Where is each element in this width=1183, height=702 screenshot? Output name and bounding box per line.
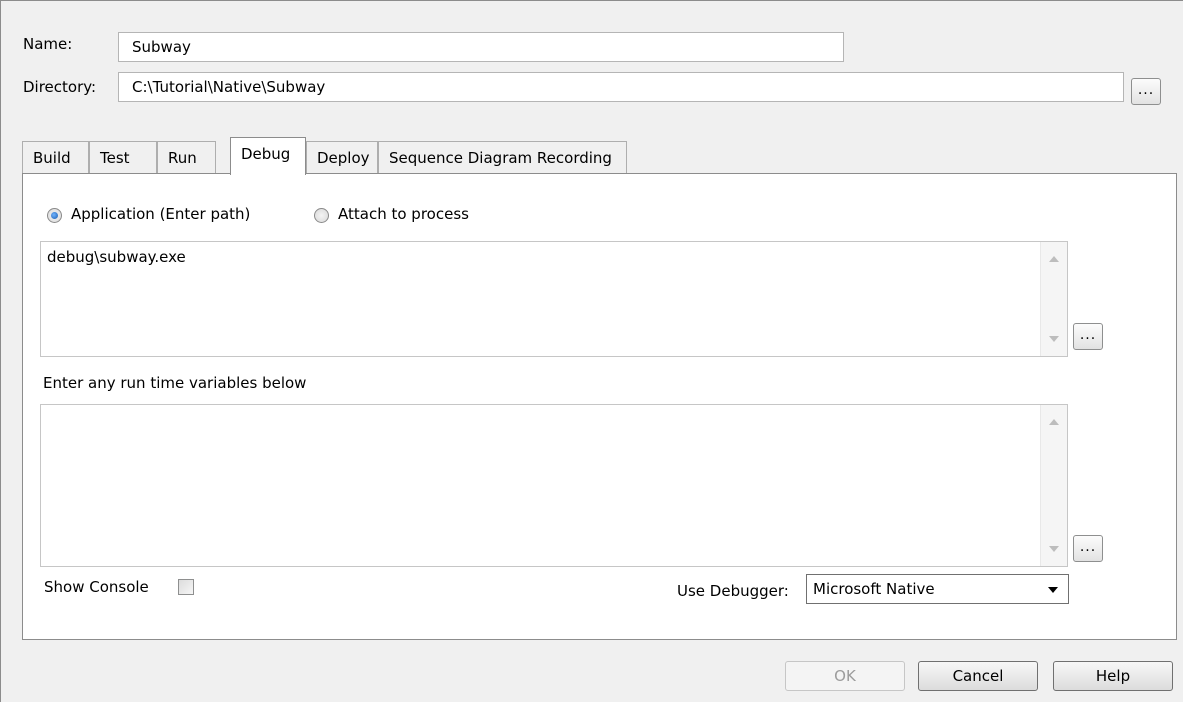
runtime-variables-scrollbar[interactable] <box>1040 405 1067 566</box>
tab-deploy-label: Deploy <box>317 149 370 167</box>
tab-deploy[interactable]: Deploy <box>306 141 378 174</box>
application-path-scrollbar[interactable] <box>1040 242 1067 356</box>
show-console-checkbox[interactable] <box>178 579 194 595</box>
tab-run-label: Run <box>168 149 197 167</box>
show-console-label: Show Console <box>44 578 149 596</box>
tab-debug-label: Debug <box>241 145 291 163</box>
attach-process-radio-label[interactable]: Attach to process <box>338 205 469 223</box>
help-button[interactable]: Help <box>1053 661 1173 691</box>
application-path-text: debug\subway.exe <box>47 248 186 266</box>
scroll-down-arrow-icon[interactable] <box>1049 546 1059 552</box>
scroll-down-arrow-icon[interactable] <box>1049 336 1059 342</box>
name-field[interactable]: Subway <box>118 32 844 62</box>
radio-selected-icon[interactable] <box>47 208 62 223</box>
tab-sequence-diagram-recording[interactable]: Sequence Diagram Recording <box>378 141 627 174</box>
radio-unselected-icon[interactable] <box>314 208 329 223</box>
debugger-select[interactable]: Microsoft Native <box>806 574 1069 604</box>
debugger-selected-value: Microsoft Native <box>813 580 935 598</box>
tab-run[interactable]: Run <box>157 141 216 174</box>
directory-label: Directory: <box>23 78 97 96</box>
application-radio-label[interactable]: Application (Enter path) <box>71 205 250 223</box>
tab-test[interactable]: Test <box>89 141 157 174</box>
scroll-up-arrow-icon[interactable] <box>1049 256 1059 262</box>
cancel-button[interactable]: Cancel <box>918 661 1038 691</box>
tab-build[interactable]: Build <box>22 141 89 174</box>
directory-browse-button[interactable]: ... <box>1131 78 1161 105</box>
ok-button[interactable]: OK <box>785 661 905 691</box>
tab-test-label: Test <box>100 149 130 167</box>
tab-sequence-diagram-recording-label: Sequence Diagram Recording <box>389 149 612 167</box>
scroll-up-arrow-icon[interactable] <box>1049 419 1059 425</box>
chevron-down-icon[interactable] <box>1048 587 1058 593</box>
application-path-textarea[interactable]: debug\subway.exe <box>40 241 1068 357</box>
runtime-variables-textarea[interactable] <box>40 404 1068 567</box>
use-debugger-label: Use Debugger: <box>677 582 789 600</box>
project-settings-dialog: Name: Subway Directory: C:\Tutorial\Nati… <box>0 0 1183 702</box>
name-label: Name: <box>23 35 73 53</box>
runtime-variables-browse-button[interactable]: ... <box>1073 535 1103 562</box>
tab-build-label: Build <box>33 149 71 167</box>
application-browse-button[interactable]: ... <box>1073 323 1103 350</box>
directory-field[interactable]: C:\Tutorial\Native\Subway <box>118 72 1124 102</box>
tab-debug[interactable]: Debug <box>230 137 306 175</box>
runtime-variables-label: Enter any run time variables below <box>43 374 307 392</box>
